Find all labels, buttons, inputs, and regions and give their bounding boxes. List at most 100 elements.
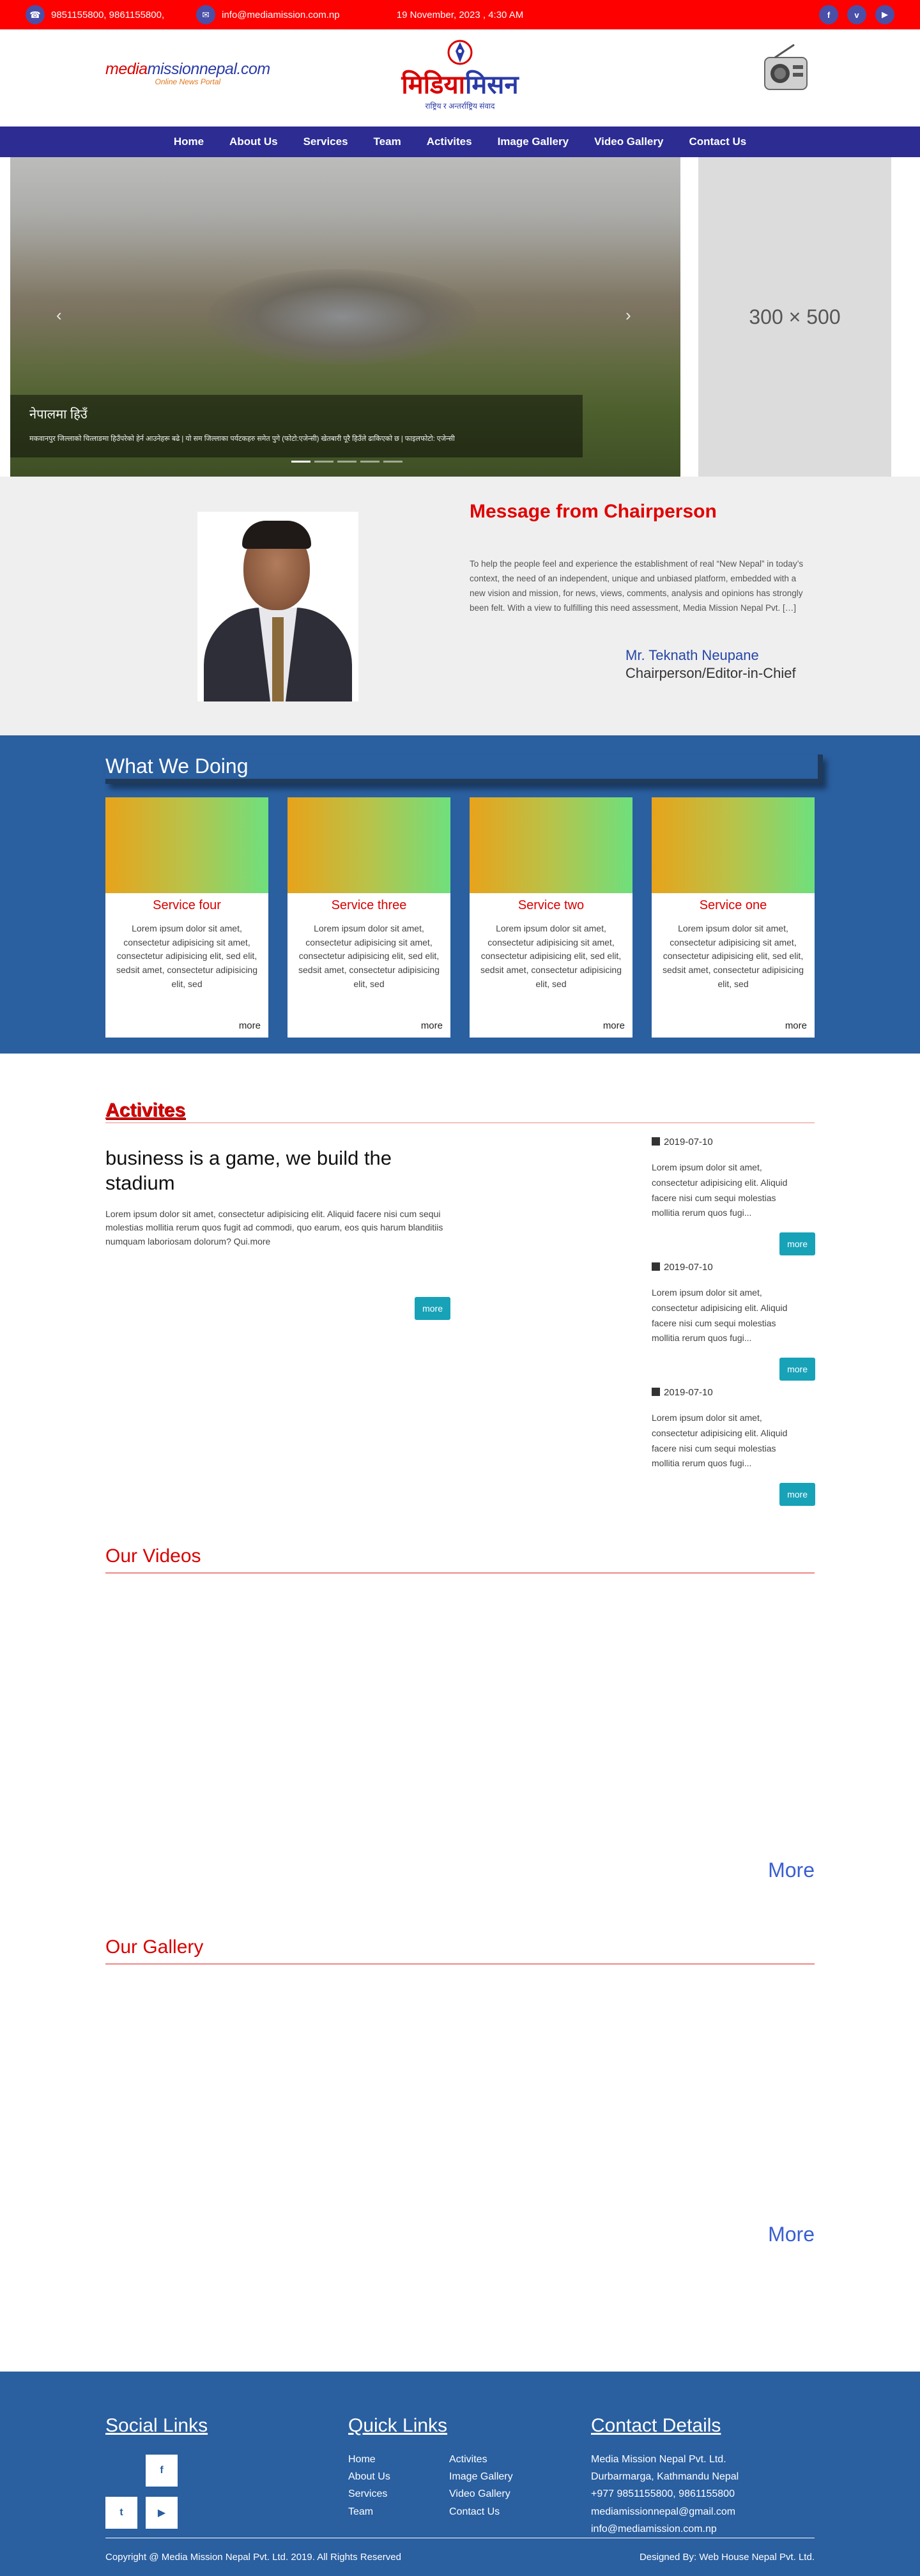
gallery-section: Our Gallery More <box>0 1936 920 2372</box>
ad-placeholder[interactable]: 300 × 500 <box>698 157 891 477</box>
service-card: Service one Lorem ipsum dolor sit amet, … <box>652 797 815 1038</box>
featured-activity-text: Lorem ipsum dolor sit amet, consectetur … <box>105 1208 443 1246</box>
main-nav: Home About Us Services Team Activites Im… <box>0 126 920 157</box>
service-card-image <box>288 797 450 893</box>
service-more-link[interactable]: more <box>239 1020 261 1031</box>
logo-part-media: media <box>105 60 148 78</box>
service-cards: Service four Lorem ipsum dolor sit amet,… <box>105 797 815 1038</box>
logo-part-missionnepal: missionnepal <box>147 60 237 78</box>
nav-home[interactable]: Home <box>162 135 215 148</box>
service-card-text: Lorem ipsum dolor sit amet, consectetur … <box>480 923 622 989</box>
calendar-icon <box>652 1262 660 1271</box>
youtube-icon[interactable]: ▶ <box>146 2497 178 2529</box>
image-carousel: ‹ › नेपालमा हिउँ मकवानपुर जिल्लाको चित्ल… <box>10 157 680 477</box>
mediamissionnepal-logo[interactable]: mediamissionnepal.com Online News Portal <box>105 60 270 86</box>
gallery-header: Our Gallery <box>105 1936 815 1965</box>
twitter-icon[interactable]: t <box>105 2497 137 2529</box>
footer-contact-heading: Contact Details <box>591 2415 721 2436</box>
youtube-icon[interactable]: ▶ <box>875 5 894 24</box>
designer-credit[interactable]: Designed By: Web House Nepal Pvt. Ltd. <box>640 2552 815 2563</box>
media-mission-logo[interactable]: मिडियामिसन राष्ट्रिय र अन्तर्राष्ट्रिय स… <box>393 38 527 111</box>
activity-item: 2019-07-10 Lorem ipsum dolor sit amet, c… <box>652 1387 815 1512</box>
chairperson-role: Chairperson/Editor-in-Chief <box>625 665 796 681</box>
logo-title-mission: मिसन <box>465 71 519 99</box>
chairperson-message: To help the people feel and experience t… <box>470 559 804 613</box>
nav-contact-us[interactable]: Contact Us <box>677 135 758 148</box>
service-more-link[interactable]: more <box>421 1020 443 1031</box>
carousel-dot[interactable] <box>337 461 356 463</box>
activity-more-button[interactable]: more <box>779 1483 815 1506</box>
nav-team[interactable]: Team <box>362 135 413 148</box>
footer-link-video-gallery[interactable]: Video Gallery <box>449 2485 513 2503</box>
calendar-icon <box>652 1137 660 1146</box>
nav-image-gallery[interactable]: Image Gallery <box>486 135 581 148</box>
carousel-prev-arrow[interactable]: ‹ <box>56 305 62 325</box>
nav-services[interactable]: Services <box>292 135 360 148</box>
carousel-dot[interactable] <box>360 461 379 463</box>
activities-header: Activites <box>105 1100 815 1123</box>
radio-icon[interactable] <box>762 43 809 93</box>
footer-social-heading: Social Links <box>105 2415 208 2436</box>
footer-link-services[interactable]: Services <box>348 2485 390 2503</box>
service-card-title: Service three <box>331 898 407 912</box>
chairperson-name: Mr. Teknath Neupane <box>625 647 759 663</box>
videos-more-link[interactable]: More <box>768 1859 815 1882</box>
carousel-dot[interactable] <box>291 461 310 463</box>
gallery-more-link[interactable]: More <box>768 2223 815 2246</box>
service-more-link[interactable]: more <box>785 1020 807 1031</box>
carousel-dot[interactable] <box>314 461 334 463</box>
service-more-link[interactable]: more <box>603 1020 625 1031</box>
email-text[interactable]: info@mediamission.com.np <box>222 10 339 20</box>
contact-company: Media Mission Nepal Pvt. Ltd. <box>591 2454 726 2465</box>
footer-link-image-gallery[interactable]: Image Gallery <box>449 2468 513 2485</box>
services-section: What We Doing Service four Lorem ipsum d… <box>0 735 920 1054</box>
logo-title-media: मिडिया <box>401 71 466 99</box>
footer-link-about-us[interactable]: About Us <box>348 2468 390 2485</box>
videos-section: Our Videos More <box>0 1545 920 1936</box>
featured-more-button[interactable]: more <box>415 1297 450 1320</box>
activity-item: 2019-07-10 Lorem ipsum dolor sit amet, c… <box>652 1137 815 1262</box>
footer-link-activites[interactable]: Activites <box>449 2451 513 2468</box>
contact-email-gmail[interactable]: mediamissionnepal@gmail.com <box>591 2503 739 2520</box>
service-card-image <box>470 797 632 893</box>
service-card-image <box>652 797 815 893</box>
nav-about-us[interactable]: About Us <box>218 135 289 148</box>
slide-caption: नेपालमा हिउँ मकवानपुर जिल्लाको चित्लाङमा… <box>10 395 583 457</box>
facebook-icon[interactable]: f <box>819 5 838 24</box>
activity-date-text: 2019-07-10 <box>664 1262 713 1273</box>
nav-video-gallery[interactable]: Video Gallery <box>583 135 675 148</box>
vimeo-icon[interactable]: v <box>847 5 866 24</box>
activity-more-button[interactable]: more <box>779 1358 815 1381</box>
service-card-title: Service two <box>518 898 585 912</box>
footer-link-team[interactable]: Team <box>348 2503 390 2520</box>
service-card: Service four Lorem ipsum dolor sit amet,… <box>105 797 268 1038</box>
videos-heading: Our Videos <box>105 1545 201 1567</box>
logo-subtitle: राष्ट्रिय र अन्तर्राष्ट्रिय संवाद <box>425 102 495 111</box>
facebook-icon[interactable]: f <box>146 2455 178 2487</box>
activity-more-button[interactable]: more <box>779 1232 815 1255</box>
featured-activity: business is a game, we build the stadium… <box>105 1146 450 1320</box>
activity-text: Lorem ipsum dolor sit amet, consectetur … <box>652 1413 788 1469</box>
contact-email-info[interactable]: info@mediamission.com.np <box>591 2520 739 2538</box>
service-card-title: Service four <box>153 898 221 912</box>
footer-quick-heading: Quick Links <box>348 2415 448 2436</box>
chairperson-photo <box>197 512 358 702</box>
carousel-next-arrow[interactable]: › <box>625 305 631 325</box>
contact-details: Media Mission Nepal Pvt. Ltd. Durbarmarg… <box>591 2451 739 2538</box>
logo-tagline: Online News Portal <box>155 77 221 86</box>
email-contact[interactable]: ✉ info@mediamission.com.np <box>196 5 340 24</box>
services-header: What We Doing <box>105 755 823 784</box>
service-card-image <box>105 797 268 893</box>
chairperson-section: Message from Chairperson To help the peo… <box>0 477 920 735</box>
activity-date: 2019-07-10 <box>652 1137 815 1147</box>
carousel-dot[interactable] <box>383 461 402 463</box>
footer-link-contact-us[interactable]: Contact Us <box>449 2503 513 2520</box>
envelope-icon: ✉ <box>196 5 216 24</box>
nav-activites[interactable]: Activites <box>415 135 484 148</box>
videos-header: Our Videos <box>105 1545 815 1574</box>
site-footer: Social Links f t ▶ Quick Links Home Abou… <box>0 2372 920 2576</box>
service-card-title: Service one <box>699 898 767 912</box>
hero-section: ‹ › नेपालमा हिउँ मकवानपुर जिल्लाको चित्ल… <box>0 157 920 477</box>
footer-link-home[interactable]: Home <box>348 2451 390 2468</box>
phone-contact: ☎ 9851155800, 9861155800, <box>26 5 164 24</box>
